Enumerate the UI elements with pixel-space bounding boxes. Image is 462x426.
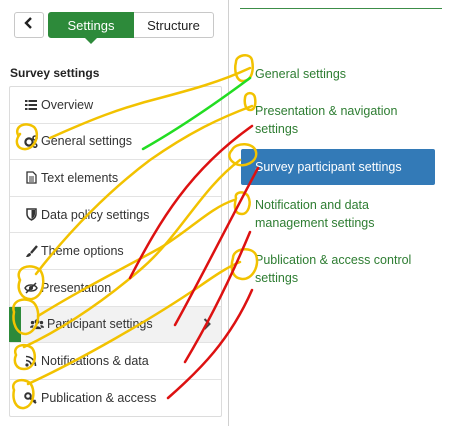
- link-notification-data-management[interactable]: Notification and data management setting…: [255, 196, 435, 232]
- feed-icon: [24, 354, 38, 368]
- sidebar-item-presentation[interactable]: Presentation: [10, 270, 221, 307]
- sidebar-item-label: Data policy settings: [41, 207, 150, 222]
- sidebar-item-label: Presentation: [41, 280, 112, 295]
- sidebar-item-overview[interactable]: Overview: [10, 87, 221, 124]
- settings-pane: General settings Presentation & navigati…: [230, 0, 462, 426]
- sidebar-item-label: Text elements: [41, 170, 119, 185]
- sidebar-item-label: Overview: [41, 97, 94, 112]
- sidebar-item-text-elements[interactable]: Text elements: [10, 160, 221, 197]
- key-icon: [24, 391, 38, 405]
- eye-slash-icon: [24, 281, 38, 295]
- sidebar-topbar: Settings Structure: [14, 10, 214, 44]
- pane-top-rule: [240, 8, 442, 9]
- sidebar-item-notifications[interactable]: Notifications & data: [10, 343, 221, 380]
- sidebar-item-participant-settings[interactable]: Participant settings: [9, 306, 221, 344]
- chevron-left-icon: [24, 16, 34, 34]
- sidebar-item-label: General settings: [41, 134, 133, 149]
- screen: Settings Structure Survey settings Overv…: [0, 0, 462, 426]
- tab-settings[interactable]: Settings: [48, 12, 134, 44]
- file-text-icon: [24, 171, 38, 185]
- sidebar-item-label: Notifications & data: [41, 353, 149, 368]
- sidebar-item-publication[interactable]: Publication & access: [10, 380, 221, 417]
- sidebar-item-data-policy[interactable]: Data policy settings: [10, 197, 221, 234]
- sidebar-item-label: Theme options: [41, 244, 124, 259]
- settings-menu: Overview General settings Text elements …: [9, 86, 222, 418]
- sidebar-item-theme-options[interactable]: Theme options: [10, 233, 221, 270]
- gears-icon: [24, 134, 38, 148]
- sidebar-tabs: Settings Structure: [48, 12, 214, 44]
- tab-structure[interactable]: Structure: [134, 12, 214, 38]
- users-icon: [30, 317, 44, 331]
- sidebar-item-label: Participant settings: [47, 317, 153, 332]
- sidebar-item-general-settings[interactable]: General settings: [10, 124, 221, 161]
- section-title: Survey settings: [10, 66, 100, 80]
- link-general-settings[interactable]: General settings: [255, 65, 435, 83]
- chevron-right-icon: [203, 318, 211, 333]
- link-publication-access-control[interactable]: Publication & access control settings: [255, 251, 435, 287]
- list-icon: [24, 98, 38, 112]
- shield-icon: [24, 208, 38, 222]
- back-button[interactable]: [14, 12, 44, 38]
- sidebar: Settings Structure Survey settings Overv…: [0, 0, 226, 426]
- sidebar-item-label: Publication & access: [41, 391, 157, 406]
- pane-divider[interactable]: [228, 0, 229, 426]
- paintbrush-icon: [24, 244, 38, 258]
- link-presentation-navigation[interactable]: Presentation & navigation settings: [255, 102, 435, 138]
- link-survey-participant-settings[interactable]: Survey participant settings: [241, 149, 435, 185]
